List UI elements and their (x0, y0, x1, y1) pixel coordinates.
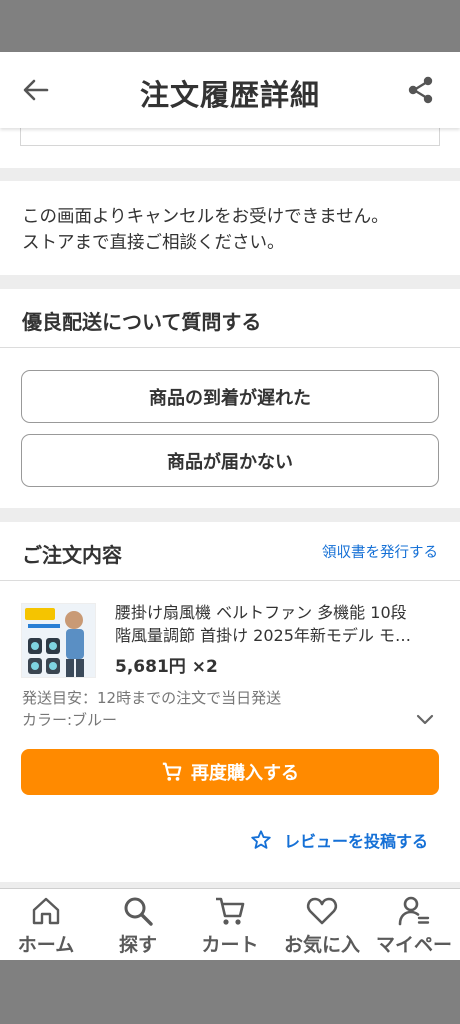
chevron-down-icon[interactable] (414, 708, 436, 730)
cart-icon (162, 762, 182, 781)
nav-home[interactable]: ホーム (0, 889, 92, 960)
app-header: 注文履歴詳細 (0, 52, 460, 128)
shipping-estimate: 発送目安：12時までの注文で当日発送 (22, 689, 282, 707)
nav-search[interactable]: 探す (92, 889, 184, 960)
page-title: 注文履歴詳細 (139, 78, 320, 112)
product-name-line2: 階風量調節 首掛け 2025年新モデル モ… (115, 626, 411, 645)
price-value: 5,681円 (115, 657, 186, 677)
rebuy-button[interactable]: 再度購入する (21, 749, 439, 795)
section-divider (0, 508, 460, 522)
nav-cart[interactable]: カート (184, 889, 276, 960)
user-icon (398, 896, 430, 926)
cancel-notice: この画面よりキャンセルをお受けできません。 ストアまで直接ご相談ください。 (22, 204, 389, 256)
nav-search-label: 探す (118, 934, 157, 956)
home-icon (32, 897, 60, 925)
search-icon (124, 897, 153, 926)
nav-cart-label: カート (201, 934, 259, 956)
product-name-line1: 腰掛け扇風機 ベルトファン 多機能 10段 (115, 603, 407, 622)
star-icon (251, 830, 271, 849)
nav-mypage-label: マイペー (375, 934, 452, 956)
cancel-notice-line1: この画面よりキャンセルをお受けできません。 (22, 207, 389, 227)
product-image[interactable] (21, 603, 96, 678)
product-name[interactable]: 腰掛け扇風機 ベルトファン 多機能 10段 階風量調節 首掛け 2025年新モデ… (115, 601, 430, 647)
color-option: カラー:ブルー (22, 711, 118, 729)
heart-icon (306, 897, 338, 925)
issue-receipt-link[interactable]: 領収書を発行する (322, 541, 438, 562)
section-divider (0, 168, 460, 181)
bottom-navigation: ホーム 探す カート お気に入 マイペー (0, 888, 460, 960)
order-contents-title: ご注文内容 (22, 543, 122, 567)
rebuy-button-label: 再度購入する (191, 763, 299, 784)
post-review-link[interactable]: レビューを投稿する (250, 828, 428, 852)
divider (0, 580, 460, 581)
cancel-notice-line2: ストアまで直接ご相談ください。 (22, 233, 285, 253)
late-arrival-button[interactable]: 商品の到着が遅れた (21, 370, 439, 423)
delivery-question-title: 優良配送について質問する (22, 310, 262, 334)
product-price: 5,681円 ×2 (115, 652, 218, 677)
divider (0, 347, 460, 348)
not-arrived-button[interactable]: 商品が届かない (21, 434, 439, 487)
cart-icon (216, 897, 245, 925)
status-bar (0, 0, 460, 52)
quantity-value: ×2 (191, 657, 218, 677)
previous-section-box (20, 128, 440, 146)
nav-favorites[interactable]: お気に入 (276, 889, 368, 960)
section-divider (0, 275, 460, 289)
system-area (0, 960, 460, 1024)
nav-favorites-label: お気に入 (283, 934, 360, 956)
nav-home-label: ホーム (17, 934, 75, 956)
post-review-label: レビューを投稿する (283, 832, 428, 851)
nav-mypage[interactable]: マイペー (368, 889, 460, 960)
share-icon[interactable] (402, 72, 438, 108)
order-detail-content: この画面よりキャンセルをお受けできません。 ストアまで直接ご相談ください。 優良… (0, 128, 460, 888)
